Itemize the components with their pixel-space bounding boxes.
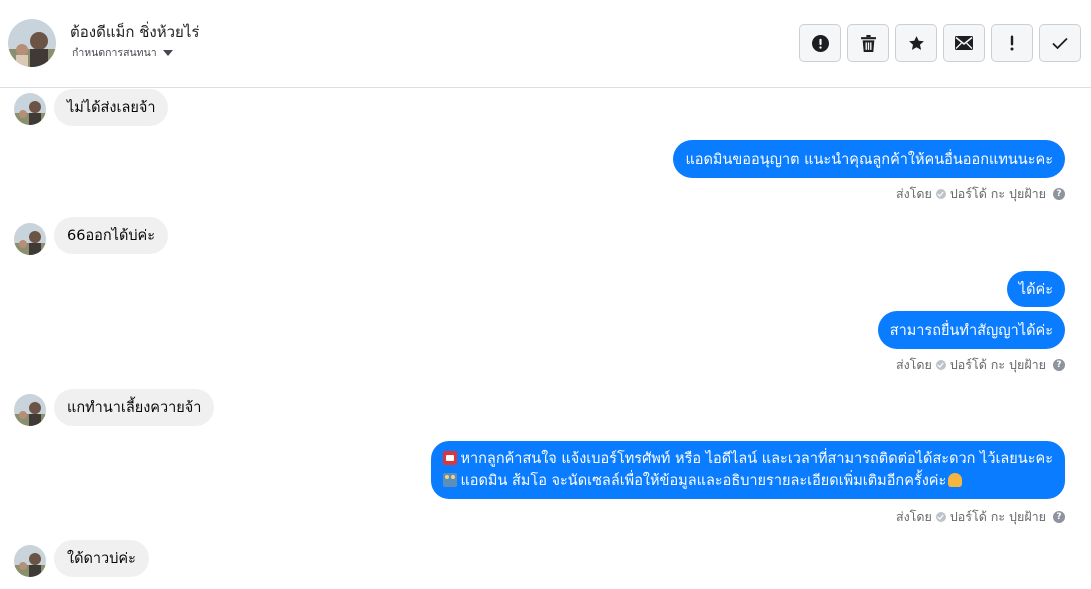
sent-by-info: ส่งโดย ปอร์โด้ กะ ปุยฝ้าย ?	[896, 355, 1065, 375]
sender-name[interactable]: ปอร์โด้ กะ ปุยฝ้าย	[950, 355, 1046, 375]
message-text: แอดมิน ส้มโอ จะนัดเซลล์เพื่อให้ข้อมูลและ…	[460, 473, 947, 489]
conversation-settings-label: กำหนดการสนทนา	[72, 47, 157, 59]
message-text: แกทำนาเลี้ยงควายจ้า	[67, 400, 202, 416]
exclamation-icon	[1010, 35, 1014, 51]
star-icon	[908, 35, 924, 50]
verified-check-icon	[935, 512, 946, 522]
praying-hands-emoji-icon	[948, 473, 963, 487]
help-icon[interactable]: ?	[1053, 511, 1065, 523]
outgoing-message-bubble: แอดมินขออนุญาต แนะนำคุณลูกค้าให้คนอื่นออ…	[673, 140, 1065, 178]
help-icon[interactable]: ?	[1053, 188, 1065, 200]
telephone-emoji-icon	[443, 451, 458, 465]
message-text: สามารถยื่นทำสัญญาได้ค่ะ	[889, 322, 1053, 339]
done-button[interactable]	[1039, 24, 1081, 62]
message-line: แอดมิน ส้มโอ จะนัดเซลล์เพื่อให้ข้อมูลและ…	[443, 470, 965, 492]
contact-name[interactable]: ต้องดีแม็ก ชิ่งห้วยไร่	[70, 20, 199, 44]
contact-avatar-small[interactable]	[14, 93, 46, 125]
contact-avatar[interactable]	[8, 19, 56, 67]
sent-by-label: ส่งโดย	[895, 186, 932, 201]
check-icon	[1052, 37, 1068, 49]
message-text: แอดมินขออนุญาต แนะนำคุณลูกค้าให้คนอื่นออ…	[685, 151, 1053, 168]
outgoing-message-bubble: หากลูกค้าสนใจ แจ้งเบอร์โทรศัพท์ หรือ ไอด…	[431, 441, 1065, 499]
message-text: ได้ค่ะ	[1018, 281, 1053, 298]
incoming-message-bubble: แกทำนาเลี้ยงควายจ้า	[54, 389, 215, 426]
verified-check-icon	[935, 189, 946, 199]
incoming-message-bubble: ไม่ได้ส่งเลยจ้า	[54, 89, 169, 126]
outgoing-message-bubble: ได้ค่ะ	[1006, 271, 1065, 307]
message-text: ใด้ดาวบ่ค่ะ	[67, 551, 136, 567]
contact-avatar-small[interactable]	[14, 394, 46, 426]
delete-button[interactable]	[847, 24, 889, 62]
message-text: 66ออกได้บ่ค่ะ	[67, 228, 156, 244]
star-button[interactable]	[895, 24, 937, 62]
sender-name[interactable]: ปอร์โด้ กะ ปุยฝ้าย	[950, 507, 1046, 527]
incoming-message-bubble: 66ออกได้บ่ค่ะ	[54, 217, 169, 254]
message-text: ไม่ได้ส่งเลยจ้า	[67, 100, 156, 116]
caret-down-icon	[162, 49, 173, 56]
sent-by-info: ส่งโดย ปอร์โด้ กะ ปุยฝ้าย ?	[896, 184, 1065, 204]
incoming-message-bubble: ใด้ดาวบ่ค่ะ	[54, 540, 149, 577]
trash-icon	[860, 34, 876, 52]
sender-name[interactable]: ปอร์โด้ กะ ปุยฝ้าย	[950, 184, 1046, 204]
verified-check-icon	[935, 360, 946, 370]
sent-by-label: ส่งโดย	[895, 357, 932, 372]
alert-circle-icon	[811, 34, 829, 52]
envelope-icon	[955, 36, 973, 50]
conversation-toolbar	[799, 24, 1081, 62]
report-spam-button[interactable]	[799, 24, 841, 62]
sent-by-info: ส่งโดย ปอร์โด้ กะ ปุยฝ้าย ?	[896, 507, 1065, 527]
people-emoji-icon	[443, 473, 458, 487]
conversation-settings-dropdown[interactable]: กำหนดการสนทนา	[72, 44, 173, 61]
sent-by-label: ส่งโดย	[895, 509, 932, 524]
contact-avatar-small[interactable]	[14, 545, 46, 577]
outgoing-message-bubble: สามารถยื่นทำสัญญาได้ค่ะ	[877, 311, 1065, 349]
help-icon[interactable]: ?	[1053, 359, 1065, 371]
mark-unread-button[interactable]	[943, 24, 985, 62]
message-text: หากลูกค้าสนใจ แจ้งเบอร์โทรศัพท์ หรือ ไอด…	[460, 451, 1053, 467]
conversation-header: ต้องดีแม็ก ชิ่งห้วยไร่ กำหนดการสนทนา	[0, 0, 1091, 88]
important-button[interactable]	[991, 24, 1033, 62]
contact-avatar-small[interactable]	[14, 223, 46, 255]
message-line: หากลูกค้าสนใจ แจ้งเบอร์โทรศัพท์ หรือ ไอด…	[443, 448, 1053, 470]
